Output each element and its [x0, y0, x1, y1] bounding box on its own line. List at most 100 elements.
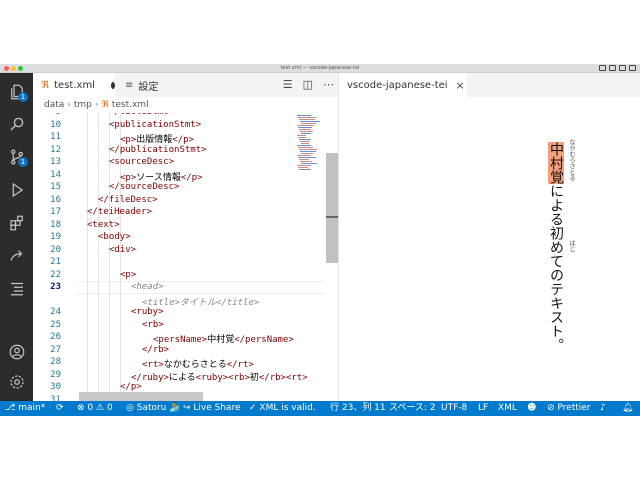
tab-test-xml[interactable]: ℜ test.xml [33, 73, 115, 97]
minimap-line [297, 155, 311, 156]
copilot-icon[interactable]: ☻ [527, 401, 536, 416]
minimap-line [298, 157, 316, 158]
text-segment: めてのテキスト。 [548, 240, 564, 352]
line-number: 19 [50, 232, 61, 242]
person-name-highlight[interactable]: 中村覚 [548, 142, 564, 184]
code-line[interactable]: <rt>なかむらさとる</rt> [142, 357, 254, 370]
code-line[interactable]: <rb> [142, 320, 164, 330]
minimap-line [300, 141, 310, 142]
breadcrumb: data › tmp › ℜtest.xml [33, 97, 338, 113]
code-line[interactable]: </publicationStmt> [109, 145, 207, 155]
code-line[interactable]: </p> [120, 382, 142, 392]
tab-label: 設定 [138, 81, 159, 93]
problems-status[interactable]: ⊗ 0 ⚠ 0 [77, 401, 113, 416]
scrollbar-cursor-marker [326, 216, 338, 218]
language-mode[interactable]: XML [498, 401, 517, 416]
code-line[interactable]: </fileDesc> [98, 195, 158, 205]
minimap-line [298, 127, 312, 128]
rss-icon: ℜ [41, 79, 50, 91]
encoding-status[interactable]: UTF-8 [441, 401, 467, 416]
code-line[interactable]: </rb> [142, 345, 169, 355]
code-line[interactable]: <head> [131, 282, 164, 292]
feedback-icon[interactable]: ♪ [600, 401, 606, 416]
minimap-line [297, 135, 306, 136]
breadcrumb-item[interactable]: tmp [74, 100, 92, 110]
search-icon[interactable] [6, 113, 27, 134]
code-line[interactable]: <p>ソース情報</p> [120, 170, 203, 183]
eol-status[interactable]: LF [478, 401, 488, 416]
vscode-window: test.xml — vscode-japanese-tei 1 1 ℜ tes… [0, 64, 640, 416]
line-number: 20 [50, 244, 61, 255]
split-editor-icon[interactable]: ◫ [303, 78, 313, 91]
line-number: 15 [50, 182, 61, 192]
account-icon[interactable] [6, 341, 27, 362]
code-line[interactable]: <sourceDesc> [109, 157, 174, 167]
sync-icon[interactable]: ⟳ [56, 401, 64, 416]
line-number: 12 [50, 144, 61, 155]
code-line[interactable]: <title>タイトル</title> [142, 295, 259, 308]
toggle-sidebar-icon[interactable] [599, 65, 606, 71]
code-line[interactable]: <div> [109, 245, 136, 255]
list-icon: ≡ [125, 79, 134, 91]
explorer-icon[interactable]: 1 [6, 81, 28, 102]
vertical-scrollbar[interactable] [326, 153, 338, 263]
horizontal-scrollbar[interactable] [79, 392, 203, 401]
code-line[interactable]: <p>出版情報</p> [120, 132, 194, 145]
close-icon[interactable]: × [456, 79, 465, 92]
minimap-line [298, 167, 308, 168]
layout-controls [599, 65, 636, 71]
breadcrumb-item[interactable]: test.xml [112, 100, 149, 110]
more-actions-icon[interactable]: ⋯ [323, 78, 334, 91]
indentation-status[interactable]: スペース: 2 [389, 401, 436, 416]
notifications-icon[interactable]: 🔔︎ [622, 401, 633, 416]
tei-outline-icon[interactable] [6, 277, 27, 298]
extensions-icon[interactable] [6, 212, 27, 233]
toggle-panel-icon[interactable] [609, 65, 616, 71]
line-number: 23 [50, 282, 61, 292]
code-line[interactable]: </ruby>による<ruby><rb>初</rb><rt> [131, 370, 308, 383]
settings-gear-icon[interactable] [6, 371, 27, 392]
live-share-button[interactable]: ↪ Live Share [183, 401, 241, 416]
minimap-line [297, 115, 311, 116]
text-segment: による [548, 184, 564, 226]
live-share-icon[interactable] [6, 245, 27, 266]
branch-status[interactable]: ⎇ main* [5, 401, 45, 416]
run-debug-icon[interactable] [6, 179, 27, 200]
line-number: 14 [50, 169, 61, 180]
title-bar: test.xml — vscode-japanese-tei [0, 64, 640, 73]
minimap-line [298, 147, 313, 148]
minimap-line [300, 151, 316, 152]
code-line[interactable]: <ruby> [131, 307, 164, 317]
toggle-secondary-sidebar-icon[interactable] [619, 65, 626, 71]
line-number: 17 [50, 207, 61, 217]
minimap[interactable] [295, 113, 325, 213]
line-number: 30 [50, 382, 61, 392]
code-line[interactable]: <publicationStmt> [109, 120, 201, 130]
tab-preview[interactable]: vscode-japanese-tei × [339, 73, 467, 97]
line-number: 13 [50, 157, 61, 167]
code-line[interactable]: <body> [98, 232, 131, 242]
source-control-icon[interactable]: 1 [6, 146, 28, 167]
code-line[interactable]: </teiHeader> [87, 207, 152, 217]
code-line[interactable]: <persName>中村覚</persName> [153, 332, 294, 345]
code-line[interactable]: <p> [120, 270, 136, 280]
user-status[interactable]: ◎ Satoru 🏄 [126, 401, 180, 416]
breadcrumb-item[interactable]: data [44, 100, 64, 110]
prettier-status[interactable]: ⊘ Prettier [547, 401, 591, 416]
tab-settings[interactable]: ≡ 設定 [115, 73, 197, 97]
code-editor[interactable]: 9 10 11 12 13 14 15 16 17 18 19 20 21 22 23 24 25 26 27 28 2… [33, 113, 338, 401]
code-line[interactable]: </sourceDesc> [109, 182, 179, 192]
minimap-line [300, 161, 312, 162]
cursor-position[interactable]: 行 23、列 11 [330, 401, 386, 416]
editor-actions: ☰ ◫ ⋯ [283, 78, 334, 91]
customize-layout-icon[interactable] [629, 65, 636, 71]
source-control-badge: 1 [18, 157, 28, 167]
line-number-gutter: 9 10 11 12 13 14 15 16 17 18 19 20 21 22 23 24 25 26 27 28 2… [33, 113, 63, 401]
top-blank-area [0, 0, 640, 64]
code-line[interactable]: <text> [87, 220, 120, 230]
open-preview-icon[interactable]: ☰ [283, 78, 293, 91]
name-ruby: なかむらさとる [568, 139, 575, 181]
window-title: test.xml — vscode-japanese-tei [280, 65, 360, 71]
xml-validation-status[interactable]: ✓ XML is valid. [249, 401, 316, 416]
code-line[interactable]: </titleStmt> [109, 113, 174, 117]
